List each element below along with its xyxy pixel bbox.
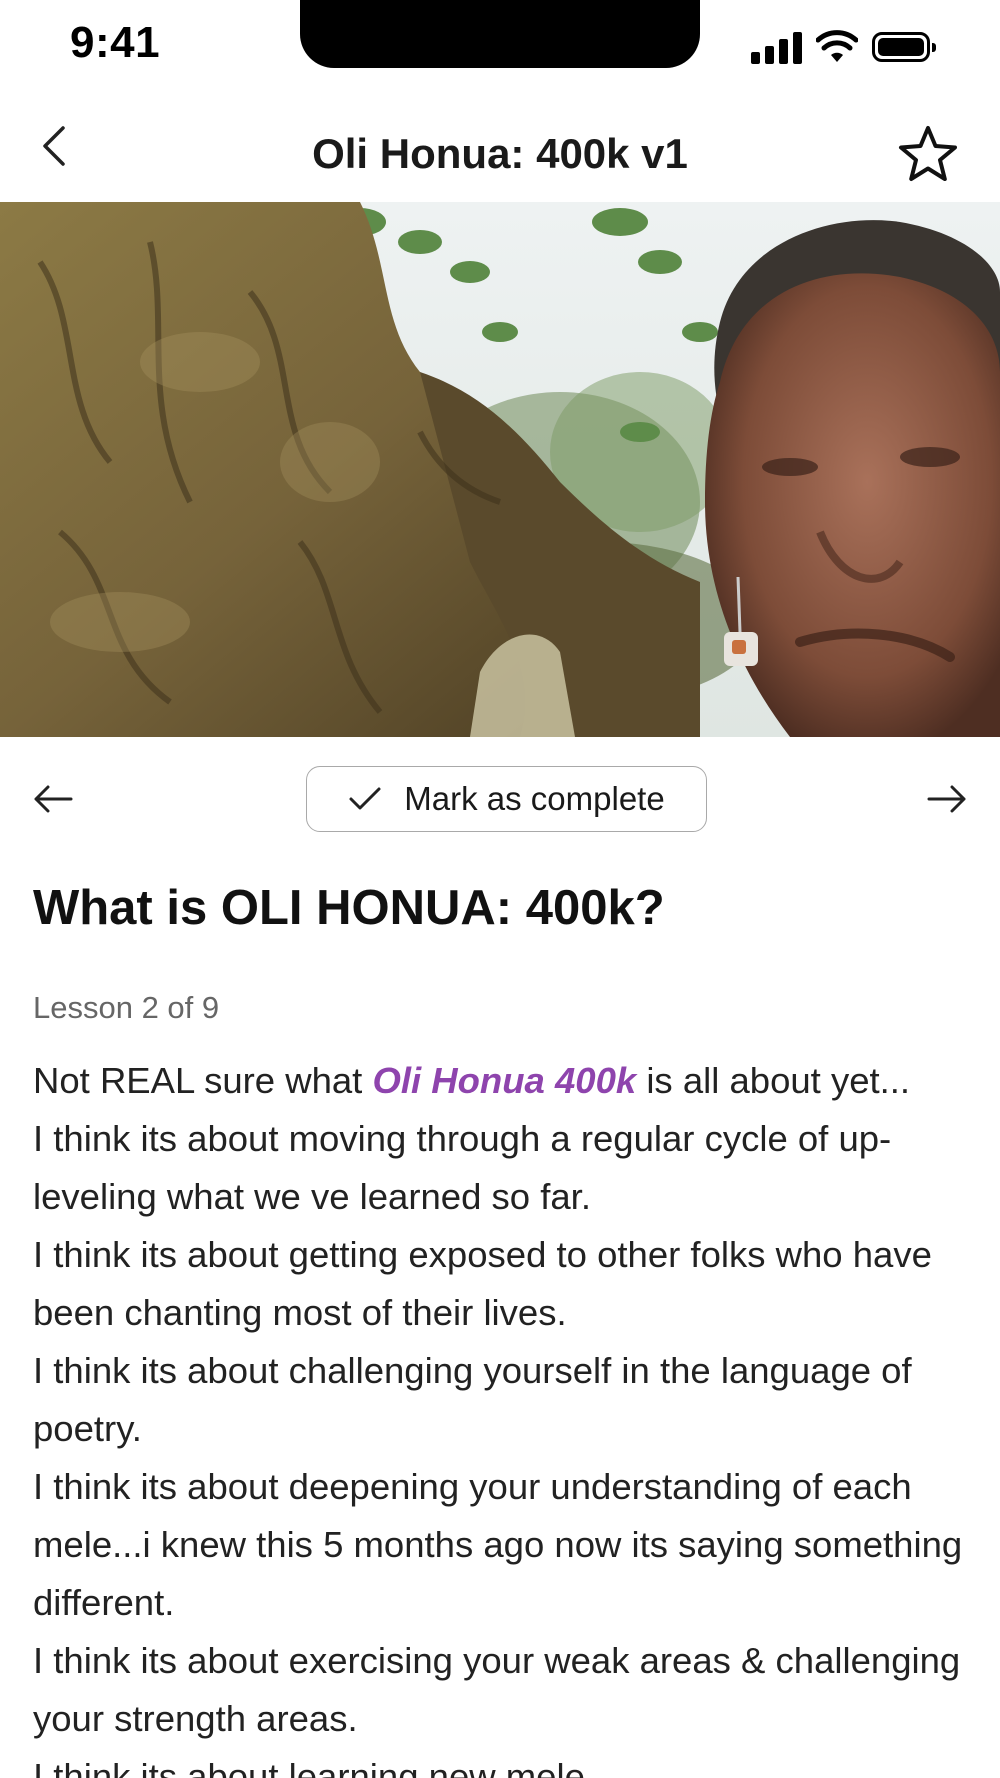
- previous-lesson-button[interactable]: [28, 774, 78, 824]
- lesson-paragraph: I think its about challenging yourself i…: [33, 1350, 912, 1449]
- highlight-link[interactable]: Oli Honua 400k: [372, 1060, 636, 1101]
- device-notch: [300, 0, 700, 68]
- lesson-paragraph: I think its about deepening your underst…: [33, 1466, 963, 1623]
- arrow-left-icon: [34, 785, 73, 813]
- status-bar: 9:41: [0, 0, 1000, 96]
- nav-header: Oli Honua: 400k v1: [0, 96, 1000, 202]
- back-button[interactable]: [24, 116, 84, 176]
- chevron-left-icon: [43, 126, 65, 166]
- checkmark-icon: [349, 787, 381, 810]
- lesson-paragraph: I think its about getting exposed to oth…: [33, 1234, 932, 1333]
- lesson-paragraph: I think its about moving through a regul…: [33, 1118, 892, 1217]
- lesson-intro: Not REAL sure what Oli Honua 400k is all…: [33, 1052, 983, 1110]
- page-title: Oli Honua: 400k v1: [312, 130, 688, 177]
- cellular-signal-icon: [751, 30, 802, 64]
- battery-icon: [872, 32, 936, 62]
- lesson-navigation: Mark as complete: [0, 766, 1000, 834]
- intro-text-end: is all about yet...: [636, 1060, 911, 1101]
- status-icons: [751, 30, 936, 64]
- status-time: 9:41: [70, 18, 161, 67]
- lesson-hero-image: [0, 202, 1000, 737]
- lesson-title: What is OLI HONUA: 400k?: [33, 881, 665, 935]
- lesson-body: Not REAL sure what Oli Honua 400k is all…: [33, 1052, 983, 1778]
- lesson-progress: Lesson 2 of 9: [33, 990, 220, 1025]
- hero-photo: [0, 202, 1000, 737]
- favorite-button[interactable]: [896, 122, 960, 186]
- wifi-icon: [816, 30, 858, 62]
- lesson-paragraph: I think its about learning new mele.: [33, 1756, 596, 1778]
- lesson-paragraph: I think its about exercising your weak a…: [33, 1640, 961, 1739]
- mark-complete-button[interactable]: Mark as complete: [306, 766, 707, 832]
- intro-text-start: Not REAL sure what: [33, 1060, 373, 1101]
- star-icon: [899, 126, 957, 181]
- arrow-right-icon: [927, 785, 966, 813]
- next-lesson-button[interactable]: [922, 774, 972, 824]
- mark-complete-label: Mark as complete: [404, 780, 665, 817]
